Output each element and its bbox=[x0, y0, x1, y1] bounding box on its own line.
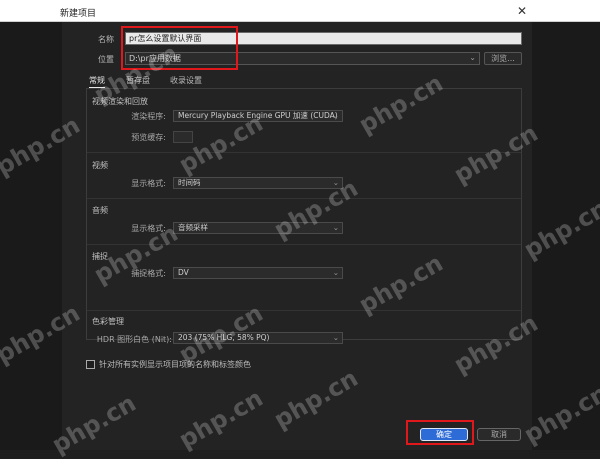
section-color-title: 色彩管理 bbox=[92, 317, 124, 326]
capture-format-select[interactable]: DV ⌄ bbox=[173, 267, 343, 279]
cancel-button[interactable]: 取消 bbox=[477, 428, 521, 441]
chevron-down-icon: ⌄ bbox=[332, 333, 339, 342]
video-display-format-select[interactable]: 时间码 ⌄ bbox=[173, 177, 343, 189]
annotation-box-ok bbox=[406, 420, 474, 445]
left-background bbox=[0, 22, 62, 450]
audio-display-format-value: 音频采样 bbox=[178, 223, 208, 232]
location-label: 位置 bbox=[98, 55, 114, 64]
video-display-format-value: 时间码 bbox=[178, 178, 201, 187]
video-display-format-label: 显示格式: bbox=[131, 179, 166, 188]
browse-button[interactable]: 浏览... bbox=[484, 52, 522, 65]
name-label: 名称 bbox=[98, 35, 114, 44]
preview-cache-label: 预览缓存: bbox=[131, 133, 166, 142]
show-names-checkbox[interactable] bbox=[86, 360, 95, 369]
capture-format-value: DV bbox=[178, 268, 189, 277]
chevron-down-icon: ⌄ bbox=[469, 53, 476, 62]
section-audio-title: 音频 bbox=[92, 206, 108, 215]
divider bbox=[87, 152, 521, 153]
title-bar: 新建项目 ✕ bbox=[0, 0, 600, 22]
chevron-down-icon: ⌄ bbox=[332, 111, 339, 120]
hdr-white-label: HDR 图形白色 (Nit): bbox=[96, 335, 172, 344]
close-icon[interactable]: ✕ bbox=[513, 3, 531, 19]
renderer-label: 渲染程序: bbox=[131, 112, 166, 121]
section-video-title: 视频 bbox=[92, 161, 108, 170]
dialog-title: 新建项目 bbox=[60, 9, 97, 19]
chevron-down-icon: ⌄ bbox=[332, 223, 339, 232]
tab-ingest-settings[interactable]: 收录设置 bbox=[170, 75, 202, 86]
chevron-down-icon: ⌄ bbox=[332, 268, 339, 277]
preview-cache-input[interactable] bbox=[173, 131, 193, 143]
show-names-checkbox-label: 针对所有实例显示项目项的名称和标签颜色 bbox=[99, 360, 251, 369]
divider bbox=[87, 310, 521, 311]
